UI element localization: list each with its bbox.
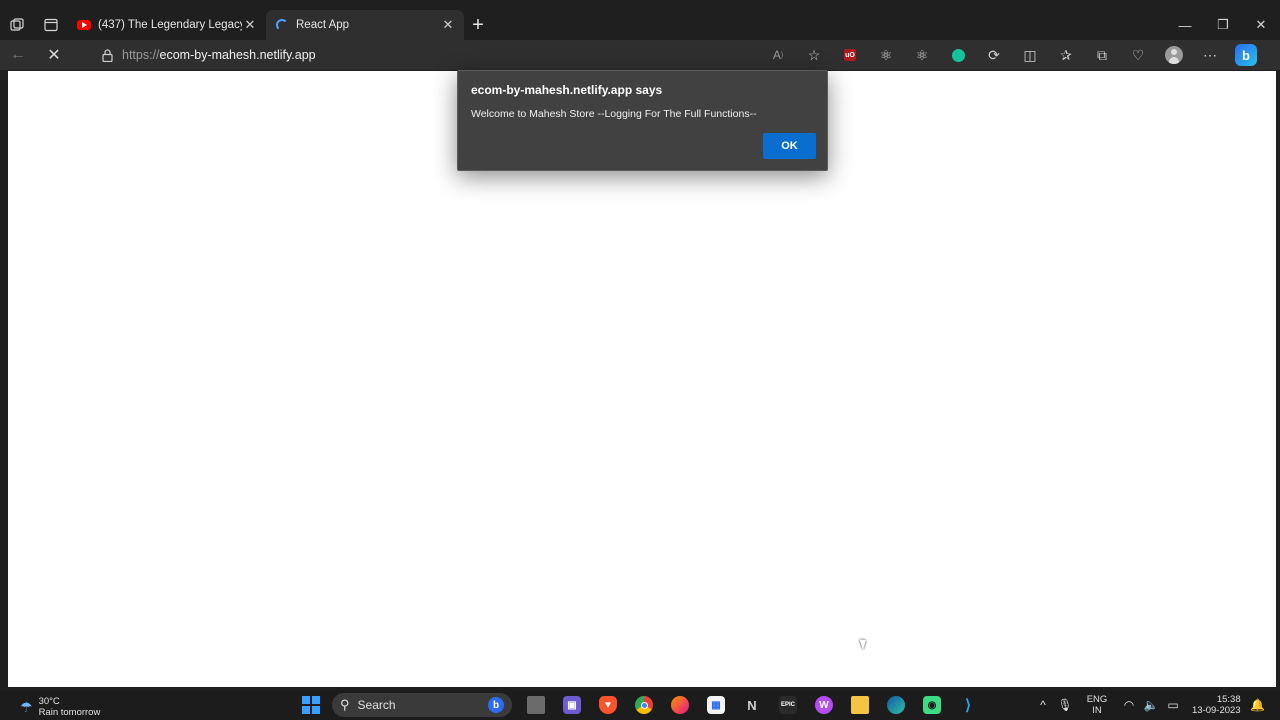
collections-icon[interactable]: ⧉ bbox=[1084, 40, 1120, 70]
copilot-icon[interactable]: b bbox=[1228, 40, 1264, 70]
react-icon[interactable]: ⚛ bbox=[904, 40, 940, 70]
search-label: Search bbox=[357, 698, 396, 712]
taskbar: ☂ 30°C Rain tomorrow ⚲ Search b ▣ ▼ ▦ N … bbox=[0, 690, 1280, 720]
weather-desc: Rain tomorrow bbox=[38, 707, 101, 718]
teams-chat-icon[interactable]: ▣ bbox=[554, 690, 590, 720]
brave-icon[interactable]: ▼ bbox=[590, 690, 626, 720]
tab-youtube[interactable]: (437) The Legendary Legacy: Trib ✕ bbox=[68, 10, 266, 40]
weather-widget[interactable]: ☂ 30°C Rain tomorrow bbox=[20, 696, 100, 718]
back-arrow-icon[interactable]: ← bbox=[0, 40, 36, 70]
minimize-icon[interactable]: — bbox=[1166, 10, 1204, 40]
address-bar[interactable]: https:// ecom-by-mahesh.netlify.app bbox=[92, 43, 832, 67]
microphone-icon[interactable]: 🎙 bbox=[1054, 698, 1076, 712]
tab-strip: (437) The Legendary Legacy: Trib ✕ React… bbox=[0, 10, 1280, 40]
close-tab-icon[interactable]: ✕ bbox=[440, 17, 456, 33]
new-tab-button[interactable]: + bbox=[464, 10, 492, 40]
wifi-icon[interactable]: ◠ bbox=[1118, 698, 1140, 712]
alert-title: ecom-by-mahesh.netlify.app says bbox=[471, 83, 663, 97]
browser-toolbar: ← ✕ https:// ecom-by-mahesh.netlify.app … bbox=[0, 40, 1280, 70]
restore-icon[interactable]: ❐ bbox=[1204, 10, 1242, 40]
weather-temp: 30°C bbox=[38, 696, 60, 707]
bing-icon: b bbox=[488, 697, 504, 713]
close-tab-icon[interactable]: ✕ bbox=[242, 17, 258, 33]
taskbar-search[interactable]: ⚲ Search b bbox=[332, 693, 512, 717]
firefox-icon[interactable] bbox=[662, 690, 698, 720]
taskbar-apps: ⚲ Search b ▣ ▼ ▦ N EPIC W ◉ ⟩ bbox=[298, 690, 986, 720]
system-tray: ^ 🎙 ENG IN ◠ 🔈 ▭ 15:38 13-09-2023 🔔 bbox=[1032, 690, 1269, 720]
battery-icon[interactable]: ▭ bbox=[1162, 698, 1184, 712]
stop-loading-icon[interactable]: ✕ bbox=[36, 40, 72, 70]
browser-window: (437) The Legendary Legacy: Trib ✕ React… bbox=[0, 0, 1280, 720]
vscode-icon[interactable]: ⟩ bbox=[950, 690, 986, 720]
tab-title: (437) The Legendary Legacy: Trib bbox=[98, 19, 242, 31]
profile-avatar[interactable] bbox=[1156, 40, 1192, 70]
lock-icon[interactable] bbox=[92, 48, 122, 62]
search-icon: ⚲ bbox=[340, 697, 350, 712]
windows-start-icon[interactable] bbox=[298, 690, 324, 720]
favorite-star-icon[interactable]: ☆ bbox=[796, 40, 832, 70]
task-view-icon[interactable] bbox=[518, 690, 554, 720]
epic-games-icon[interactable]: EPIC bbox=[770, 690, 806, 720]
tab-actions-icon[interactable] bbox=[34, 10, 68, 40]
grammarly-icon[interactable] bbox=[940, 40, 976, 70]
region-code: IN bbox=[1092, 705, 1102, 716]
alert-dialog: ecom-by-mahesh.netlify.app says Welcome … bbox=[457, 70, 828, 171]
clock[interactable]: 15:38 13-09-2023 bbox=[1192, 694, 1241, 716]
microsoft-store-icon[interactable]: ▦ bbox=[698, 690, 734, 720]
read-aloud-icon[interactable]: A) bbox=[760, 40, 796, 70]
extensions-icon[interactable]: ⟳ bbox=[976, 40, 1012, 70]
toolbar-actions: A) ☆ uO ⚛ ⚛ ⟳ ◫ ✰ ⧉ ♡ ⋯ b bbox=[760, 40, 1264, 70]
file-explorer-icon[interactable] bbox=[842, 690, 878, 720]
close-window-icon[interactable]: ✕ bbox=[1242, 10, 1280, 40]
edge-icon[interactable] bbox=[878, 690, 914, 720]
clock-time: 15:38 bbox=[1216, 694, 1241, 705]
ok-button[interactable]: OK bbox=[763, 133, 816, 159]
react-devtools-icon[interactable]: ⚛ bbox=[868, 40, 904, 70]
loading-spinner-icon bbox=[274, 17, 290, 33]
window-controls: — ❐ ✕ bbox=[1166, 10, 1280, 40]
tab-react-app[interactable]: React App ✕ bbox=[266, 10, 464, 40]
more-options-icon[interactable]: ⋯ bbox=[1192, 40, 1228, 70]
notion-icon[interactable]: N bbox=[734, 690, 770, 720]
split-screen-icon[interactable]: ◫ bbox=[1012, 40, 1048, 70]
favorites-icon[interactable]: ✰ bbox=[1048, 40, 1084, 70]
chrome-icon[interactable] bbox=[626, 690, 662, 720]
rain-cloud-icon: ☂ bbox=[20, 698, 33, 715]
notifications-icon[interactable]: 🔔 bbox=[1247, 698, 1269, 712]
language-code: ENG bbox=[1086, 694, 1108, 705]
chevron-up-icon[interactable]: ^ bbox=[1032, 698, 1054, 712]
ublock-icon[interactable]: uO bbox=[832, 40, 868, 70]
performance-icon[interactable]: ♡ bbox=[1120, 40, 1156, 70]
url-protocol: https:// bbox=[122, 48, 160, 62]
youtube-icon bbox=[76, 17, 92, 33]
url-host: ecom-by-mahesh.netlify.app bbox=[159, 48, 316, 62]
workspaces-icon[interactable] bbox=[0, 10, 34, 40]
android-studio-icon[interactable]: ◉ bbox=[914, 690, 950, 720]
wondershare-icon[interactable]: W bbox=[806, 690, 842, 720]
language-indicator[interactable]: ENG IN bbox=[1080, 694, 1114, 716]
alert-message: Welcome to Mahesh Store --Logging For Th… bbox=[471, 108, 757, 120]
volume-icon[interactable]: 🔈 bbox=[1140, 698, 1162, 712]
clock-date: 13-09-2023 bbox=[1192, 705, 1241, 716]
tab-title: React App bbox=[296, 19, 350, 31]
